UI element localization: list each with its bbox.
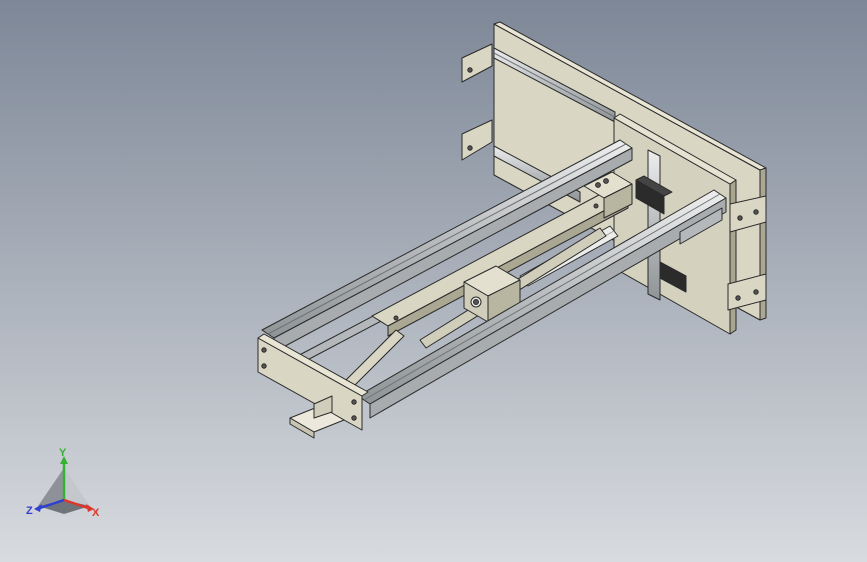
orientation-triad[interactable]: Y X Z [22,448,106,524]
cad-model-view[interactable] [0,0,867,562]
graphics-viewport[interactable]: Y X Z [0,0,867,562]
z-axis-arrowhead [34,504,42,512]
z-axis-label: Z [26,505,33,517]
y-axis-label: Y [59,448,67,459]
x-axis-label: X [92,507,100,519]
